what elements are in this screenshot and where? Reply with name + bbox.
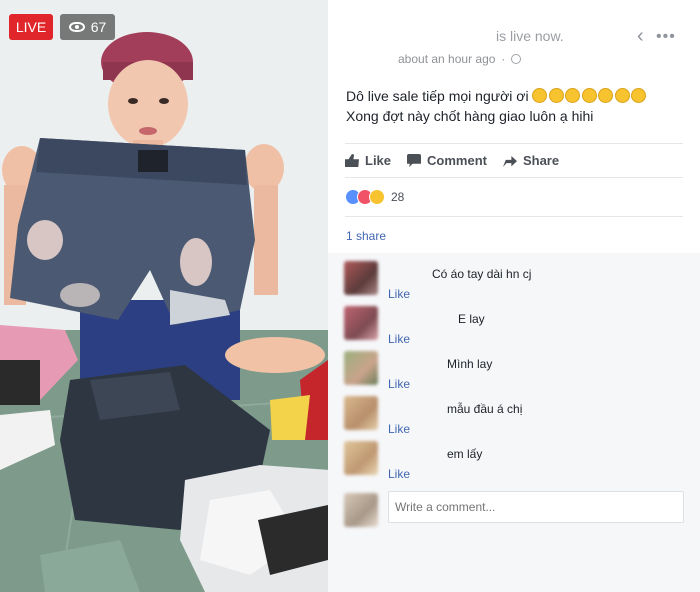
comment-item: mẫu đầu á chị Like: [344, 392, 684, 436]
avatar[interactable]: [344, 351, 378, 385]
reaction-count: 28: [391, 190, 405, 204]
thumbs-up-icon: [345, 154, 359, 167]
emoji-icon: [598, 88, 614, 103]
more-options-icon[interactable]: •••: [656, 28, 676, 46]
avatar[interactable]: [344, 306, 378, 340]
comment-item: Có áo tay dài hn cj Like: [344, 257, 684, 301]
comments-section: Có áo tay dài hn cj Like E lay Like Mình…: [328, 253, 700, 592]
post-panel: is live now. ‹ ••• about an hour ago · D…: [328, 0, 700, 592]
comment-like-link[interactable]: Like: [388, 287, 410, 301]
comment-text: Mình lay: [447, 357, 493, 371]
avatar[interactable]: [344, 441, 378, 475]
emoji-icon: [581, 88, 597, 103]
live-video-post: LIVE 67 is live now. ‹ ••• about an hour…: [0, 0, 700, 592]
eye-icon: [68, 22, 85, 32]
post-text: Dô live sale tiếp mọi người ơi Xong đợt …: [346, 86, 698, 126]
comment-button-label: Comment: [427, 153, 487, 168]
comment-item: Mình lay Like: [344, 347, 684, 391]
reactions-summary[interactable]: 28: [345, 177, 683, 217]
comment-like-link[interactable]: Like: [388, 422, 410, 436]
live-badge: LIVE: [9, 14, 53, 40]
video-frame: [0, 0, 328, 592]
comment-item: em lấy Like: [344, 437, 684, 481]
emoji-icon: [548, 88, 564, 103]
emoji-icon: [614, 88, 630, 103]
chevron-left-icon[interactable]: ‹: [637, 26, 644, 46]
live-status: is live now.: [496, 28, 564, 44]
shares-link[interactable]: 1 share: [346, 229, 386, 243]
comment-text: mẫu đầu á chị: [447, 402, 523, 416]
like-button-label: Like: [365, 153, 392, 168]
comment-text: Có áo tay dài hn cj: [432, 267, 532, 281]
wow-reaction-icon: [369, 189, 385, 205]
comment-like-link[interactable]: Like: [388, 467, 410, 481]
comment-icon: [407, 154, 422, 167]
like-button[interactable]: Like: [345, 153, 391, 168]
timestamp[interactable]: about an hour ago: [398, 52, 495, 66]
avatar: [344, 493, 378, 527]
separator: ·: [501, 52, 506, 66]
comment-composer: [344, 489, 684, 527]
globe-icon: [511, 54, 522, 64]
write-comment-input[interactable]: [388, 491, 684, 523]
share-button[interactable]: Share: [502, 153, 560, 168]
comment-text: E lay: [458, 312, 485, 326]
comment-button[interactable]: Comment: [407, 153, 487, 168]
comment-like-link[interactable]: Like: [388, 377, 410, 391]
avatar[interactable]: [344, 261, 378, 295]
share-icon: [502, 155, 517, 167]
share-button-label: Share: [522, 153, 560, 168]
viewer-count-badge: 67: [60, 14, 115, 40]
emoji-icon: [532, 88, 548, 103]
comment-item: E lay Like: [344, 302, 684, 346]
post-text-line-1-content: Dô live sale tiếp mọi người ơi: [346, 88, 529, 104]
action-bar: Like Comment Share: [345, 143, 683, 177]
emoji-icon: [565, 88, 581, 103]
viewer-count: 67: [90, 19, 107, 35]
post-text-line-1: Dô live sale tiếp mọi người ơi: [346, 86, 698, 106]
live-video-player[interactable]: LIVE 67: [0, 0, 328, 592]
post-meta: about an hour ago ·: [398, 52, 522, 66]
emoji-icon: [631, 88, 647, 103]
avatar[interactable]: [344, 396, 378, 430]
comment-text: em lấy: [447, 447, 483, 461]
comment-like-link[interactable]: Like: [388, 332, 410, 346]
post-text-line-2: Xong đợt này chốt hàng giao luôn ạ hihi: [346, 108, 594, 124]
emoji-row: [532, 88, 648, 104]
